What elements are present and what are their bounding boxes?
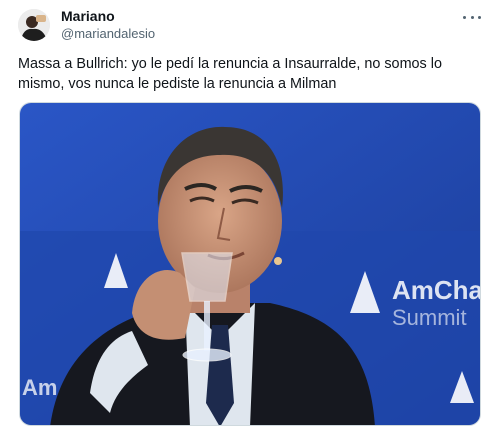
avatar-image <box>18 9 50 41</box>
tweet-photo-image: AmCham Summit Am <box>20 103 481 425</box>
tweet-text-line-2: mismo, vos nunca le pediste la renuncia … <box>18 76 337 92</box>
backdrop-logo-text-2: Summit <box>392 305 467 330</box>
author-display-name[interactable]: Mariano <box>61 8 115 24</box>
tweet-text-line-1: Massa a Bullrich: yo le pedí la renuncia… <box>18 56 442 72</box>
tweet-card[interactable]: Mariano @mariandalesio Massa a Bullrich:… <box>0 0 501 435</box>
avatar[interactable] <box>18 9 50 41</box>
backdrop-logo-text: AmCham <box>392 275 481 305</box>
backdrop-logo-text-left: Am <box>22 375 57 400</box>
more-horizontal-icon[interactable] <box>463 8 481 26</box>
tweet-photo[interactable]: AmCham Summit Am <box>19 102 481 426</box>
tweet-text: Massa a Bullrich: yo le pedí la renuncia… <box>18 54 483 94</box>
author-handle[interactable]: @mariandalesio <box>61 26 155 41</box>
